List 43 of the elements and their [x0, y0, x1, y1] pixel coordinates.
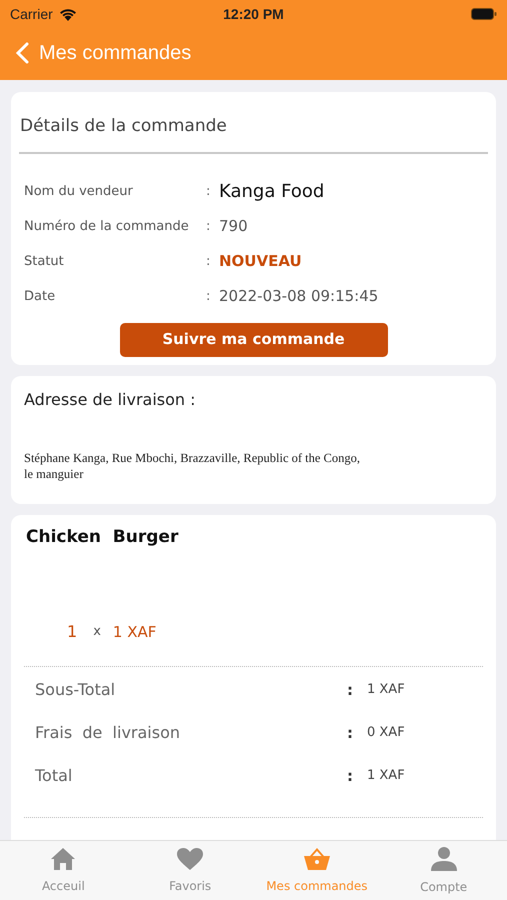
field-label: Date	[24, 288, 56, 306]
address-title: Adresse de livraison :	[24, 388, 197, 410]
home-icon	[50, 846, 76, 870]
track-order-button[interactable]: Suivre ma commande	[120, 322, 388, 356]
clock-time: 12:20 PM	[223, 4, 284, 24]
total-value: 0 XAF	[367, 724, 405, 742]
field-value: NOUVEAU	[219, 251, 302, 272]
total-value: 1 XAF	[367, 681, 405, 700]
heart-icon	[176, 846, 204, 870]
back-button[interactable]: Mes commandes	[16, 38, 192, 68]
colon-separator: :	[347, 766, 354, 787]
total-label: Sous-Total	[34, 679, 116, 701]
times-sign: x	[93, 623, 101, 642]
address-text: Stéphane Kanga, Rue Mbochi, Brazzaville, Republic of the Congo, le manguier	[24, 450, 362, 482]
tab-bar-item[interactable]: Favoris	[126, 841, 254, 900]
tab-bar-item[interactable]: Compte	[380, 841, 507, 900]
tab-bar-item[interactable]: Acceuil	[0, 841, 127, 900]
colon-separator: :	[347, 722, 354, 744]
colon-separator: :	[347, 680, 354, 701]
colon-separator: :	[206, 288, 212, 306]
field-value: 2022-03-08 09:15:45	[219, 286, 378, 308]
tab-bar-item[interactable]: Mes commandes	[254, 841, 380, 900]
total-value: 1 XAF	[367, 767, 405, 786]
wifi-icon	[58, 8, 77, 20]
colon-separator: :	[206, 252, 212, 271]
back-chevron-icon	[16, 42, 29, 64]
field-label: Numéro de la commande	[24, 218, 190, 236]
colon-separator: :	[206, 218, 212, 236]
field-value: 790	[219, 216, 248, 238]
total-label: Total	[34, 765, 74, 787]
item-price: 1 XAF	[112, 622, 156, 643]
field-label: Nom du vendeur	[24, 182, 134, 201]
card-title: Détails de la commande	[19, 115, 228, 138]
total-label: Frais de livraison	[34, 722, 181, 744]
battery-icon	[471, 8, 497, 20]
item-quantity: 1	[67, 621, 78, 643]
basket-icon	[302, 846, 331, 870]
field-value: Kanga Food	[219, 180, 324, 204]
person-icon	[430, 846, 458, 872]
item-name: Chicken Burger	[25, 526, 180, 548]
field-label: Statut	[24, 252, 65, 271]
carrier-label: Carrier	[10, 4, 53, 24]
colon-separator: :	[206, 182, 212, 201]
